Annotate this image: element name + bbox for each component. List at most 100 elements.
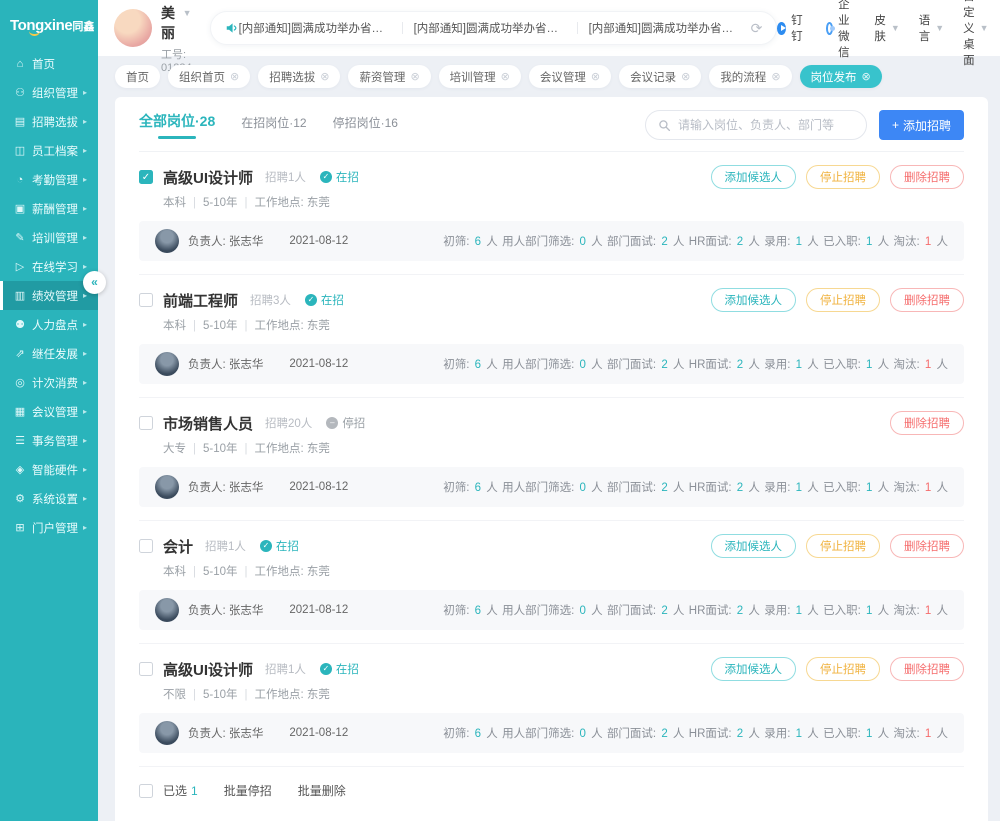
owner-avatar[interactable] xyxy=(155,352,179,376)
stop-hiring-button[interactable]: 停止招聘 xyxy=(806,165,880,189)
check-circle-icon: ✓ xyxy=(320,171,332,183)
batch-stop-button[interactable]: 批量停招 xyxy=(224,782,272,799)
sidebar-item-label: 组织管理 xyxy=(32,85,78,101)
job-actions: 添加候选人停止招聘删除招聘 xyxy=(711,288,965,312)
close-icon[interactable]: ⊗ xyxy=(230,70,239,83)
delete-hiring-button[interactable]: 删除招聘 xyxy=(890,165,964,189)
job-headcount: 招聘1人 xyxy=(265,169,306,185)
close-icon[interactable]: ⊗ xyxy=(410,70,419,83)
owner-avatar[interactable] xyxy=(155,475,179,499)
add-recruitment-button[interactable]: + 添加招聘 xyxy=(879,110,964,140)
sidebar-item-hr-inventory[interactable]: ⚉人力盘点▸ xyxy=(0,310,98,339)
org-icon: ⚇ xyxy=(13,86,27,99)
stat-label: 用人部门筛选: xyxy=(502,482,577,494)
quick-link-skin[interactable]: 皮肤▼ xyxy=(874,12,899,44)
sidebar-item-employee-files[interactable]: ◫员工档案▸ xyxy=(0,136,98,165)
job-checkbox[interactable]: ✓ xyxy=(139,416,153,430)
stat-unit: 人 xyxy=(745,605,760,617)
owner-avatar[interactable] xyxy=(155,598,179,622)
sidebar-item-metered[interactable]: ◎计次消费▸ xyxy=(0,368,98,397)
close-icon[interactable]: ⊗ xyxy=(501,70,510,83)
tab-招聘选拔[interactable]: 招聘选拔⊗ xyxy=(258,65,340,88)
stat-item: 淘汰: 1 人 xyxy=(893,233,948,249)
stat-unit: 人 xyxy=(745,482,760,494)
job-meta: 本科|5-10年|工作地点: 东莞 xyxy=(163,563,964,579)
job-checkbox[interactable]: ✓ xyxy=(139,539,153,553)
filter-tab[interactable]: 全部岗位·28 xyxy=(139,111,215,139)
quick-link-label: 自定义桌面 xyxy=(963,0,975,68)
add-candidate-button[interactable]: 添加候选人 xyxy=(711,657,797,681)
sidebar-item-training[interactable]: ✎培训管理▸ xyxy=(0,223,98,252)
delete-hiring-button[interactable]: 删除招聘 xyxy=(890,288,964,312)
app-logo[interactable]: Tongxine同鑫 xyxy=(0,0,98,49)
sidebar-item-recruit[interactable]: ▤招聘选拔▸ xyxy=(0,107,98,136)
sidebar-item-settings[interactable]: ⚙系统设置▸ xyxy=(0,484,98,513)
tab-我的流程[interactable]: 我的流程⊗ xyxy=(709,65,791,88)
job-checkbox[interactable]: ✓ xyxy=(139,662,153,676)
delete-hiring-button[interactable]: 删除招聘 xyxy=(890,411,964,435)
stat-item: 用人部门筛选: 0 人 xyxy=(502,725,603,741)
sidebar-item-org[interactable]: ⚇组织管理▸ xyxy=(0,78,98,107)
filter-tab[interactable]: 在招岗位·12 xyxy=(241,114,306,139)
refresh-icon[interactable]: ⟳ xyxy=(751,20,763,37)
notice-item[interactable]: [内部通知]圆满成功举办省人协会员... xyxy=(589,20,741,36)
user-name[interactable]: 王美丽 xyxy=(161,0,178,43)
tab-会议记录[interactable]: 会议记录 ⊗ xyxy=(619,65,701,88)
filter-tab[interactable]: 停招岗位·16 xyxy=(333,114,398,139)
stat-label: 用人部门筛选: xyxy=(502,236,577,248)
delete-hiring-button[interactable]: 删除招聘 xyxy=(890,534,964,558)
stat-item: HR面试: 2 人 xyxy=(689,356,760,372)
add-candidate-button[interactable]: 添加候选人 xyxy=(711,534,797,558)
job-checkbox[interactable]: ✓ xyxy=(139,170,153,184)
sidebar-item-portal[interactable]: ⊞门户管理▸ xyxy=(0,513,98,542)
stop-hiring-button[interactable]: 停止招聘 xyxy=(806,657,880,681)
stop-hiring-button[interactable]: 停止招聘 xyxy=(806,534,880,558)
sidebar-item-attendance[interactable]: ◔考勤管理▸ xyxy=(0,165,98,194)
sidebar-item-hardware[interactable]: ◈智能硬件▸ xyxy=(0,455,98,484)
add-candidate-button[interactable]: 添加候选人 xyxy=(711,165,797,189)
tab-label: 会议记录 xyxy=(630,69,676,85)
job-title[interactable]: 高级UI设计师 xyxy=(163,659,253,680)
tab-首页[interactable]: 首页 xyxy=(115,65,160,88)
sidebar-collapse-button[interactable]: « xyxy=(83,271,106,294)
job-checkbox[interactable]: ✓ xyxy=(139,293,153,307)
close-icon[interactable]: ⊗ xyxy=(591,70,600,83)
quick-link-custom-desktop[interactable]: 自定义桌面▼ xyxy=(963,0,988,68)
select-all-checkbox[interactable]: ✓ xyxy=(139,784,153,798)
search-input[interactable] xyxy=(678,118,854,132)
sidebar-item-meeting[interactable]: ▦会议管理▸ xyxy=(0,397,98,426)
chevron-down-icon[interactable]: ▼ xyxy=(183,8,192,18)
close-icon[interactable]: ⊗ xyxy=(320,70,329,83)
sidebar-item-affairs[interactable]: ☰事务管理▸ xyxy=(0,426,98,455)
owner-avatar[interactable] xyxy=(155,721,179,745)
quick-link-language[interactable]: 语言▼ xyxy=(919,12,944,44)
job-title[interactable]: 前端工程师 xyxy=(163,290,238,311)
batch-delete-button[interactable]: 批量删除 xyxy=(298,782,346,799)
stat-unit: 人 xyxy=(588,728,603,740)
sidebar-item-succession[interactable]: ⇗继任发展▸ xyxy=(0,339,98,368)
owner-avatar[interactable] xyxy=(155,229,179,253)
tab-岗位发布[interactable]: 岗位发布⊗ xyxy=(800,65,882,88)
quick-link-dingtalk[interactable]: 钉钉 xyxy=(777,12,807,44)
tab-会议管理[interactable]: 会议管理⊗ xyxy=(529,65,611,88)
tab-培训管理[interactable]: 培训管理⊗ xyxy=(439,65,521,88)
close-icon[interactable]: ⊗ xyxy=(862,70,871,83)
tab-组织首页[interactable]: 组织首页⊗ xyxy=(168,65,250,88)
job-title[interactable]: 会计 xyxy=(163,536,193,557)
sidebar-item-home[interactable]: ⌂首页 xyxy=(0,49,98,78)
delete-hiring-button[interactable]: 删除招聘 xyxy=(890,657,964,681)
stat-unit: 人 xyxy=(933,728,948,740)
close-icon[interactable]: ⊗ xyxy=(771,70,780,83)
tab-薪资管理[interactable]: 薪资管理⊗ xyxy=(348,65,430,88)
sidebar-item-salary[interactable]: ▣薪酬管理▸ xyxy=(0,194,98,223)
status-label: 停招 xyxy=(342,415,365,431)
notice-item[interactable]: [内部通知]圆满成功举办省人协会员... xyxy=(414,20,566,36)
add-candidate-button[interactable]: 添加候选人 xyxy=(711,288,797,312)
quick-link-wecom[interactable]: 企业微信 xyxy=(826,0,856,60)
notice-item[interactable]: [内部通知]圆满成功举办省人协会员... xyxy=(239,20,391,36)
job-title[interactable]: 市场销售人员 xyxy=(163,413,253,434)
stop-hiring-button[interactable]: 停止招聘 xyxy=(806,288,880,312)
close-icon[interactable]: ⊗ xyxy=(681,70,690,83)
user-avatar[interactable] xyxy=(114,9,152,47)
job-title[interactable]: 高级UI设计师 xyxy=(163,167,253,188)
